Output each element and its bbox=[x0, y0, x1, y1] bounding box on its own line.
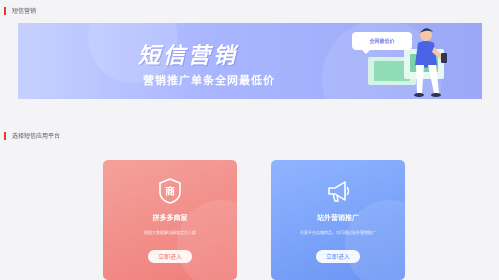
svg-text:商: 商 bbox=[165, 185, 175, 198]
card-title: 拼多多商家 bbox=[152, 214, 188, 222]
section-accent-bar bbox=[4, 6, 6, 15]
section-header-sms-marketing: 短信营销 bbox=[4, 6, 36, 15]
section-title: 短信营销 bbox=[12, 8, 37, 15]
banner-subtitle: 营销推广单条全网最低价 bbox=[143, 74, 275, 87]
section-title: 选择短信应用平台 bbox=[12, 133, 61, 140]
promo-banner[interactable]: 短信营销 营销推广单条全网最低价 全网最低价 bbox=[18, 23, 482, 99]
card-description: 任意平台店铺商品，均可通过站外营销推广 bbox=[300, 230, 376, 235]
card-decoration bbox=[177, 200, 237, 280]
platform-card-pinduoduo[interactable]: 商 拼多多商家 根据大数据算法精准定位人群 立即进入 bbox=[103, 160, 237, 280]
platform-card-offsite[interactable]: 站外营销推广 任意平台店铺商品，均可通过站外营销推广 立即进入 bbox=[271, 160, 405, 280]
banner-title: 短信营销 bbox=[138, 44, 239, 69]
card-description: 根据大数据算法精准定位人群 bbox=[144, 230, 196, 235]
section-accent-bar bbox=[4, 131, 6, 140]
enter-button[interactable]: 立即进入 bbox=[148, 250, 192, 263]
price-bubble: 全网最低价 bbox=[352, 32, 412, 54]
store-shield-icon: 商 bbox=[159, 178, 181, 204]
section-header-choose-platform: 选择短信应用平台 bbox=[4, 131, 60, 140]
card-title: 站外营销推广 bbox=[317, 214, 359, 222]
enter-button[interactable]: 立即进入 bbox=[316, 250, 360, 263]
megaphone-icon bbox=[328, 181, 350, 202]
card-decoration bbox=[345, 200, 405, 280]
